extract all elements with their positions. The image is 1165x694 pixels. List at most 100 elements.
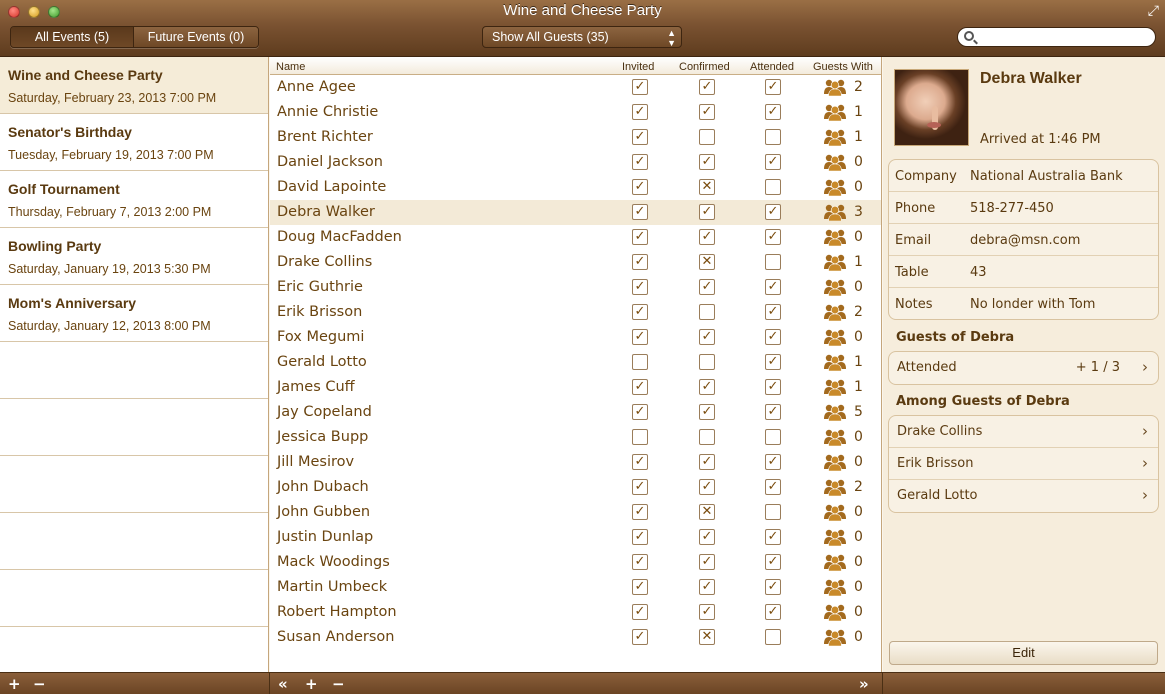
confirmed-checkbox-empty[interactable] — [699, 129, 715, 145]
invited-checkbox-check-icon[interactable]: ✓ — [632, 604, 648, 620]
attended-checkbox-check-icon[interactable]: ✓ — [765, 529, 781, 545]
table-row[interactable]: David Lapointe ✓ ✕ 0 — [270, 175, 881, 200]
event-item[interactable]: Golf Tournament Thursday, February 7, 201… — [0, 171, 268, 228]
table-row[interactable]: Mack Woodings ✓ ✓ ✓ 0 — [270, 550, 881, 575]
remove-guest-button[interactable]: − — [332, 673, 345, 694]
event-item[interactable]: Senator's Birthday Tuesday, February 19, … — [0, 114, 268, 171]
invited-checkbox-check-icon[interactable]: ✓ — [632, 304, 648, 320]
invited-checkbox-check-icon[interactable]: ✓ — [632, 104, 648, 120]
info-value[interactable]: 43 — [970, 265, 987, 280]
confirmed-checkbox-check-icon[interactable]: ✓ — [699, 604, 715, 620]
attended-checkbox-empty[interactable] — [765, 179, 781, 195]
among-guest-row[interactable]: Gerald Lotto › — [889, 480, 1158, 512]
invited-checkbox-check-icon[interactable]: ✓ — [632, 179, 648, 195]
info-value[interactable]: National Australia Bank — [970, 169, 1123, 184]
attended-checkbox-check-icon[interactable]: ✓ — [765, 554, 781, 570]
confirmed-checkbox-check-icon[interactable]: ✓ — [699, 204, 715, 220]
future-events-button[interactable]: Future Events (0) — [134, 27, 258, 47]
table-row[interactable]: John Dubach ✓ ✓ ✓ 2 — [270, 475, 881, 500]
table-row[interactable]: Erik Brisson ✓ ✓ 2 — [270, 300, 881, 325]
attended-checkbox-check-icon[interactable]: ✓ — [765, 329, 781, 345]
fullscreen-icon[interactable]: ⤢ — [1148, 3, 1159, 19]
column-header-confirmed[interactable]: Confirmed — [679, 61, 730, 73]
confirmed-checkbox-check-icon[interactable]: ✓ — [699, 529, 715, 545]
invited-checkbox-check-icon[interactable]: ✓ — [632, 579, 648, 595]
invited-checkbox-check-icon[interactable]: ✓ — [632, 129, 648, 145]
invited-checkbox-check-icon[interactable]: ✓ — [632, 279, 648, 295]
table-row[interactable]: Justin Dunlap ✓ ✓ ✓ 0 — [270, 525, 881, 550]
attended-checkbox-check-icon[interactable]: ✓ — [765, 104, 781, 120]
table-row[interactable]: James Cuff ✓ ✓ ✓ 1 — [270, 375, 881, 400]
confirmed-checkbox-empty[interactable] — [699, 354, 715, 370]
attended-checkbox-check-icon[interactable]: ✓ — [765, 354, 781, 370]
attended-checkbox-empty[interactable] — [765, 629, 781, 645]
add-event-button[interactable]: + — [8, 673, 21, 694]
table-row[interactable]: Debra Walker ✓ ✓ ✓ 3 — [270, 200, 881, 225]
invited-checkbox-check-icon[interactable]: ✓ — [632, 329, 648, 345]
attended-checkbox-check-icon[interactable]: ✓ — [765, 604, 781, 620]
confirmed-checkbox-cross-icon[interactable]: ✕ — [699, 254, 715, 270]
attended-checkbox-check-icon[interactable]: ✓ — [765, 204, 781, 220]
confirmed-checkbox-check-icon[interactable]: ✓ — [699, 404, 715, 420]
confirmed-checkbox-check-icon[interactable]: ✓ — [699, 579, 715, 595]
invited-checkbox-check-icon[interactable]: ✓ — [632, 404, 648, 420]
invited-checkbox-empty[interactable] — [632, 354, 648, 370]
remove-event-button[interactable]: − — [33, 673, 46, 694]
attended-checkbox-empty[interactable] — [765, 504, 781, 520]
invited-checkbox-check-icon[interactable]: ✓ — [632, 554, 648, 570]
table-row[interactable]: Anne Agee ✓ ✓ ✓ 2 — [270, 75, 881, 100]
invited-checkbox-check-icon[interactable]: ✓ — [632, 529, 648, 545]
attended-checkbox-check-icon[interactable]: ✓ — [765, 304, 781, 320]
event-item[interactable]: Mom's Anniversary Saturday, January 12, 2… — [0, 285, 268, 342]
table-row[interactable]: Jill Mesirov ✓ ✓ ✓ 0 — [270, 450, 881, 475]
table-row[interactable]: Jay Copeland ✓ ✓ ✓ 5 — [270, 400, 881, 425]
attended-checkbox-empty[interactable] — [765, 129, 781, 145]
info-value[interactable]: No londer with Tom — [970, 297, 1095, 312]
invited-checkbox-check-icon[interactable]: ✓ — [632, 154, 648, 170]
invited-checkbox-check-icon[interactable]: ✓ — [632, 229, 648, 245]
attended-checkbox-check-icon[interactable]: ✓ — [765, 454, 781, 470]
attended-row[interactable]: Attended + 1 / 3 › — [889, 352, 1158, 384]
column-header-attended[interactable]: Attended — [750, 61, 794, 73]
attended-checkbox-check-icon[interactable]: ✓ — [765, 229, 781, 245]
info-value[interactable]: debra@msn.com — [970, 233, 1080, 248]
confirmed-checkbox-check-icon[interactable]: ✓ — [699, 229, 715, 245]
confirmed-checkbox-empty[interactable] — [699, 429, 715, 445]
confirmed-checkbox-cross-icon[interactable]: ✕ — [699, 179, 715, 195]
table-row[interactable]: Brent Richter ✓ 1 — [270, 125, 881, 150]
invited-checkbox-check-icon[interactable]: ✓ — [632, 504, 648, 520]
expand-right-button[interactable]: » — [859, 673, 869, 694]
invited-checkbox-check-icon[interactable]: ✓ — [632, 254, 648, 270]
column-header-name[interactable]: Name — [276, 61, 305, 73]
table-row[interactable]: Annie Christie ✓ ✓ ✓ 1 — [270, 100, 881, 125]
confirmed-checkbox-check-icon[interactable]: ✓ — [699, 79, 715, 95]
confirmed-checkbox-cross-icon[interactable]: ✕ — [699, 629, 715, 645]
invited-checkbox-check-icon[interactable]: ✓ — [632, 379, 648, 395]
table-row[interactable]: Doug MacFadden ✓ ✓ ✓ 0 — [270, 225, 881, 250]
confirmed-checkbox-check-icon[interactable]: ✓ — [699, 379, 715, 395]
confirmed-checkbox-empty[interactable] — [699, 304, 715, 320]
confirmed-checkbox-check-icon[interactable]: ✓ — [699, 479, 715, 495]
invited-checkbox-check-icon[interactable]: ✓ — [632, 629, 648, 645]
confirmed-checkbox-cross-icon[interactable]: ✕ — [699, 504, 715, 520]
table-row[interactable]: Eric Guthrie ✓ ✓ ✓ 0 — [270, 275, 881, 300]
attended-checkbox-check-icon[interactable]: ✓ — [765, 154, 781, 170]
table-row[interactable]: Susan Anderson ✓ ✕ 0 — [270, 625, 881, 650]
confirmed-checkbox-check-icon[interactable]: ✓ — [699, 454, 715, 470]
invited-checkbox-check-icon[interactable]: ✓ — [632, 79, 648, 95]
table-row[interactable]: Martin Umbeck ✓ ✓ ✓ 0 — [270, 575, 881, 600]
column-header-guests-with[interactable]: Guests With — [813, 61, 873, 73]
attended-checkbox-check-icon[interactable]: ✓ — [765, 379, 781, 395]
search-field[interactable] — [957, 27, 1156, 47]
event-item[interactable]: Wine and Cheese Party Saturday, February … — [0, 57, 268, 114]
table-row[interactable]: Robert Hampton ✓ ✓ ✓ 0 — [270, 600, 881, 625]
table-row[interactable]: Daniel Jackson ✓ ✓ ✓ 0 — [270, 150, 881, 175]
collapse-left-button[interactable]: « — [278, 673, 288, 694]
table-row[interactable]: Fox Megumi ✓ ✓ ✓ 0 — [270, 325, 881, 350]
confirmed-checkbox-check-icon[interactable]: ✓ — [699, 554, 715, 570]
attended-checkbox-empty[interactable] — [765, 254, 781, 270]
table-row[interactable]: Drake Collins ✓ ✕ 1 — [270, 250, 881, 275]
guest-filter-popup[interactable]: Show All Guests (35) ▲ ▼ — [482, 26, 682, 48]
invited-checkbox-empty[interactable] — [632, 429, 648, 445]
confirmed-checkbox-check-icon[interactable]: ✓ — [699, 329, 715, 345]
